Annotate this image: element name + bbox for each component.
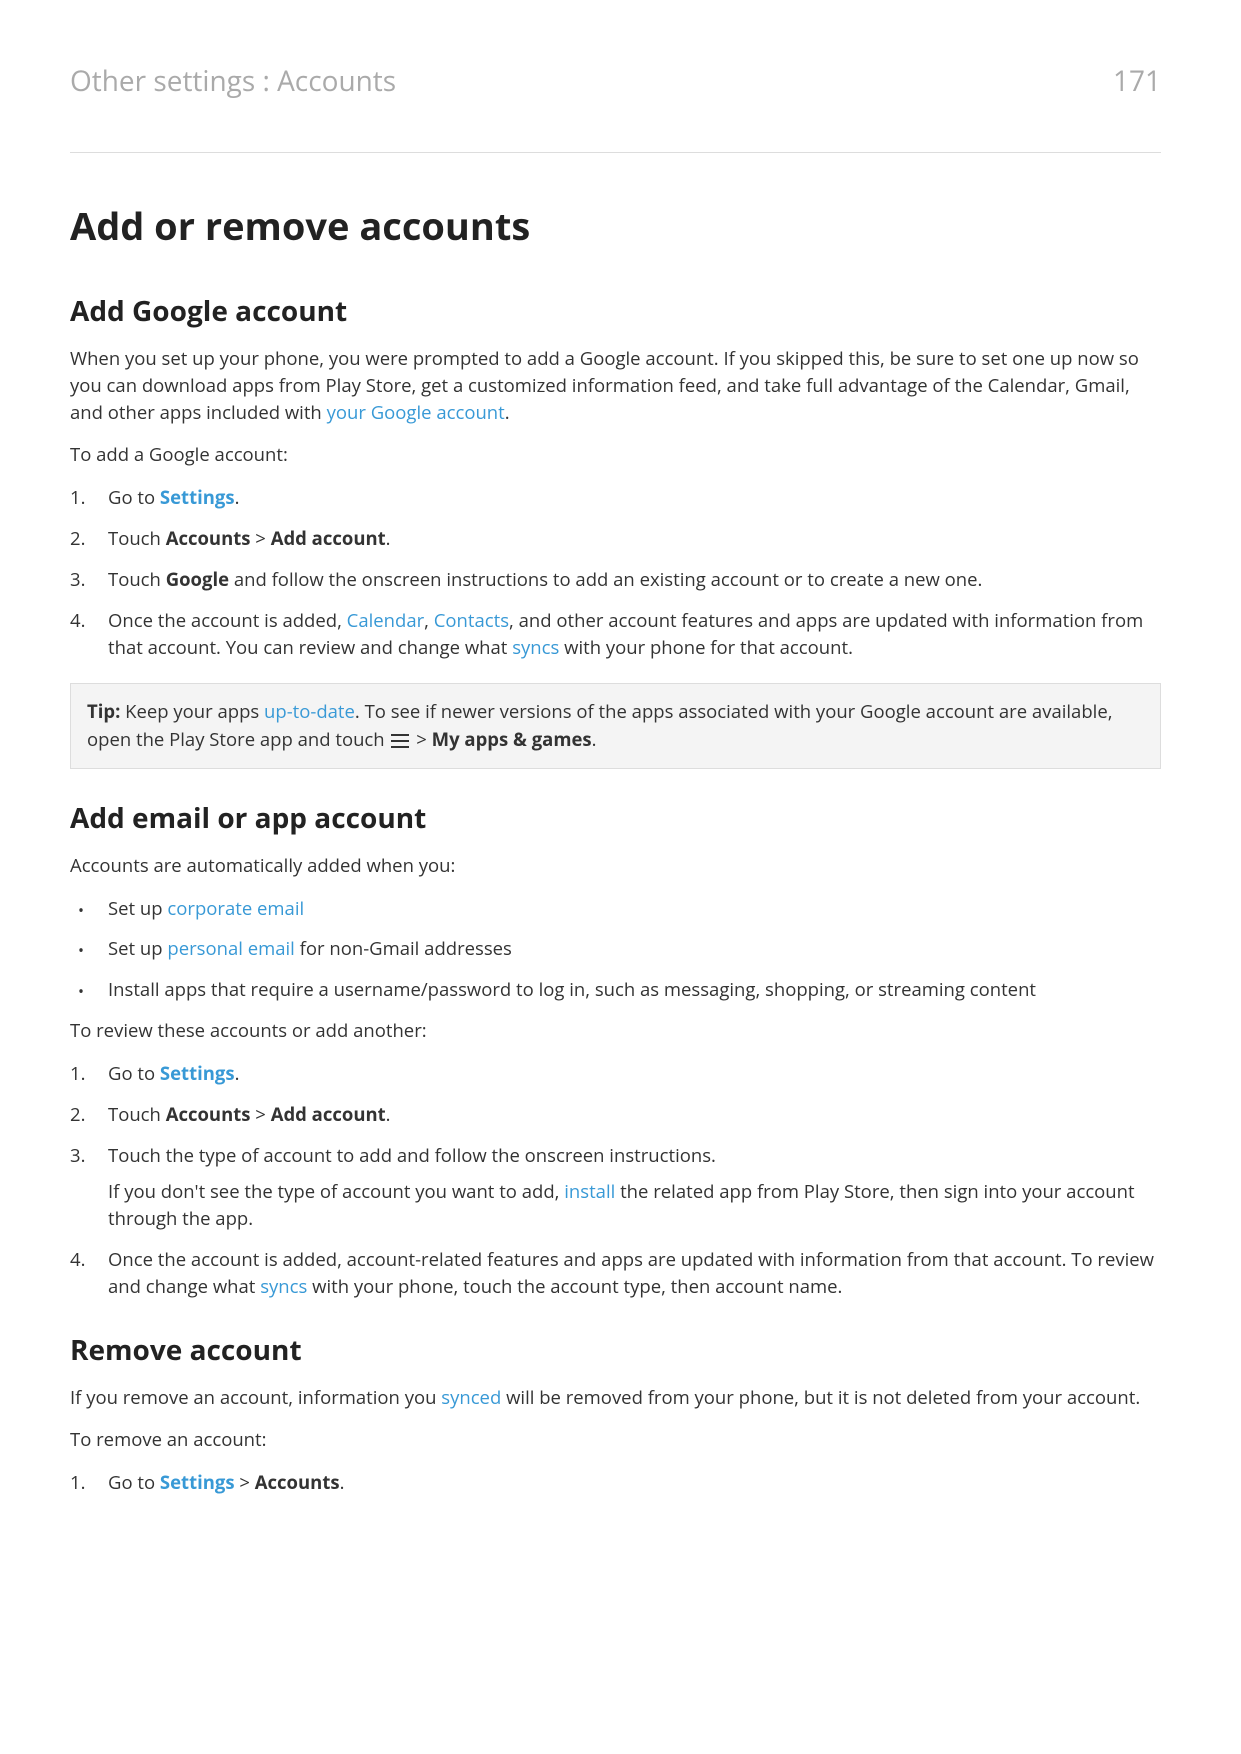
step-item: Go to Settings. <box>70 485 1161 512</box>
list-item: Install apps that require a username/pas… <box>70 977 1161 1004</box>
intro-paragraph: When you set up your phone, you were pro… <box>70 346 1161 426</box>
link-calendar[interactable]: Calendar <box>347 608 425 633</box>
hamburger-menu-icon <box>391 734 409 748</box>
link-personal-email[interactable]: personal email <box>167 936 294 961</box>
step-item: Once the account is added, account-relat… <box>70 1247 1161 1301</box>
tip-label: Tip: <box>87 699 120 724</box>
steps-remove: Go to Settings > Accounts. <box>70 1470 1161 1497</box>
step-item: Touch Google and follow the onscreen ins… <box>70 567 1161 594</box>
page-title: Add or remove accounts <box>70 198 1161 255</box>
bullet-list: Set up corporate email Set up personal e… <box>70 896 1161 1004</box>
link-settings[interactable]: Settings <box>160 1470 235 1495</box>
tip-box: Tip: Keep your apps up-to-date. To see i… <box>70 683 1161 769</box>
step-item: Touch the type of account to add and fol… <box>70 1143 1161 1233</box>
instruction-lead: To review these accounts or add another: <box>70 1018 1161 1045</box>
ui-label-google: Google <box>166 567 229 592</box>
body-text: Accounts are automatically added when yo… <box>70 853 1161 880</box>
step-sub-paragraph: If you don't see the type of account you… <box>108 1179 1161 1233</box>
link-corporate-email[interactable]: corporate email <box>167 896 304 921</box>
step-item: Touch Accounts > Add account. <box>70 526 1161 553</box>
ui-label-add-account: Add account <box>271 526 386 551</box>
ui-label-my-apps-games: My apps & games <box>432 727 592 752</box>
link-syncs[interactable]: syncs <box>512 635 559 660</box>
list-item: Set up corporate email <box>70 896 1161 923</box>
link-your-google-account[interactable]: your Google account <box>327 400 505 425</box>
page-header: Other settings : Accounts 171 <box>70 60 1161 153</box>
link-settings[interactable]: Settings <box>160 1061 235 1086</box>
step-item: Go to Settings > Accounts. <box>70 1470 1161 1497</box>
link-syncs[interactable]: syncs <box>260 1274 307 1299</box>
link-contacts[interactable]: Contacts <box>434 608 509 633</box>
link-install[interactable]: install <box>564 1179 615 1204</box>
link-synced[interactable]: synced <box>441 1385 501 1410</box>
steps-add-email: Go to Settings. Touch Accounts > Add acc… <box>70 1061 1161 1301</box>
steps-add-google: Go to Settings. Touch Accounts > Add acc… <box>70 485 1161 661</box>
link-settings[interactable]: Settings <box>160 485 235 510</box>
list-item: Set up personal email for non-Gmail addr… <box>70 936 1161 963</box>
section-heading-remove: Remove account <box>70 1329 1161 1371</box>
instruction-lead: To remove an account: <box>70 1427 1161 1454</box>
step-item: Once the account is added, Calendar, Con… <box>70 608 1161 662</box>
breadcrumb: Other settings : Accounts <box>70 60 396 102</box>
link-up-to-date[interactable]: up-to-date <box>264 699 355 724</box>
ui-label-accounts: Accounts <box>166 1102 251 1127</box>
step-item: Touch Accounts > Add account. <box>70 1102 1161 1129</box>
instruction-lead: To add a Google account: <box>70 442 1161 469</box>
body-text: If you remove an account, information yo… <box>70 1385 1161 1412</box>
section-heading-add-email: Add email or app account <box>70 797 1161 839</box>
step-item: Go to Settings. <box>70 1061 1161 1088</box>
section-heading-add-google: Add Google account <box>70 290 1161 332</box>
ui-label-accounts: Accounts <box>255 1470 340 1495</box>
page-number: 171 <box>1113 60 1161 102</box>
ui-label-accounts: Accounts <box>166 526 251 551</box>
ui-label-add-account: Add account <box>271 1102 386 1127</box>
